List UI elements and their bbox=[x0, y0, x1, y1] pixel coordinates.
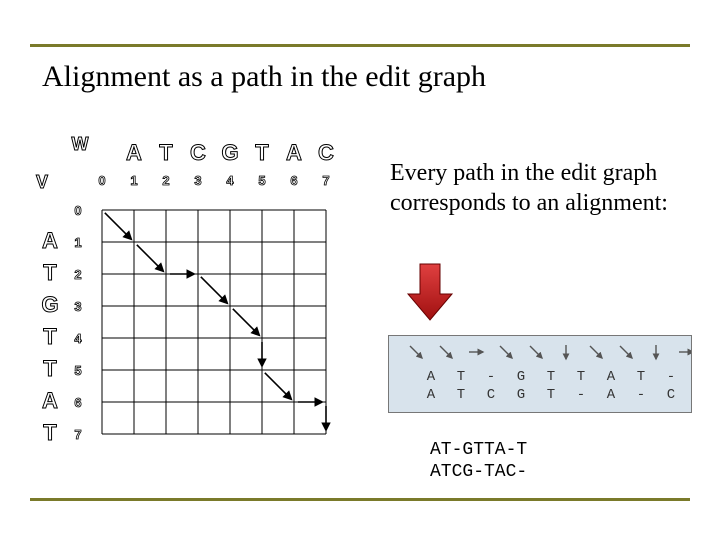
svg-text:V: V bbox=[36, 172, 48, 192]
svg-text:T: T bbox=[43, 260, 57, 285]
alignment-line-2: ATCG-TAC- bbox=[430, 462, 527, 482]
svg-text:A: A bbox=[286, 140, 302, 165]
svg-text:T: T bbox=[637, 369, 645, 385]
svg-text:6: 6 bbox=[290, 173, 297, 188]
svg-text:-: - bbox=[487, 369, 495, 385]
svg-text:T: T bbox=[255, 140, 269, 165]
explanation-text: Every path in the edit graph corresponds… bbox=[390, 158, 680, 218]
svg-text:C: C bbox=[667, 387, 675, 403]
svg-text:-: - bbox=[577, 387, 585, 403]
svg-text:T: T bbox=[457, 387, 465, 403]
svg-text:T: T bbox=[43, 356, 57, 381]
svg-text:C: C bbox=[318, 140, 334, 165]
alignment-line-1: AT-GTTA-T bbox=[430, 440, 527, 460]
svg-text:G: G bbox=[41, 292, 58, 317]
svg-text:5: 5 bbox=[74, 363, 81, 378]
svg-text:1: 1 bbox=[130, 173, 137, 188]
svg-text:T: T bbox=[43, 420, 57, 445]
svg-text:A: A bbox=[427, 387, 436, 403]
svg-text:A: A bbox=[427, 369, 436, 385]
edit-graph-svg: W V 0 A 1 T 2 C 3 G 4 T 5 A 6 C 7 0 A 1 T 2 G 3 T 4 T 5 A 6 T 7 bbox=[30, 130, 360, 490]
svg-text:A: A bbox=[607, 369, 616, 385]
svg-text:4: 4 bbox=[226, 173, 234, 188]
svg-text:T: T bbox=[159, 140, 173, 165]
svg-text:C: C bbox=[190, 140, 206, 165]
svg-text:T: T bbox=[457, 369, 465, 385]
svg-text:3: 3 bbox=[194, 173, 201, 188]
svg-text:6: 6 bbox=[74, 395, 81, 410]
top-rule bbox=[30, 44, 690, 47]
svg-text:3: 3 bbox=[74, 299, 81, 314]
svg-text:T: T bbox=[547, 369, 555, 385]
svg-text:0: 0 bbox=[74, 203, 81, 218]
svg-text:W: W bbox=[72, 134, 89, 154]
alignment-panel-svg: AT-GTTAT-ATCGT-A-C bbox=[389, 336, 691, 412]
svg-text:G: G bbox=[221, 140, 238, 165]
alignment-strings: AT-GTTA-T ATCG-TAC- bbox=[430, 440, 527, 483]
svg-text:A: A bbox=[126, 140, 142, 165]
slide-title: Alignment as a path in the edit graph bbox=[42, 60, 486, 94]
svg-text:T: T bbox=[577, 369, 585, 385]
svg-text:7: 7 bbox=[74, 427, 81, 442]
svg-text:T: T bbox=[43, 324, 57, 349]
svg-text:1: 1 bbox=[74, 235, 81, 250]
alignment-panel: AT-GTTAT-ATCGT-A-C bbox=[388, 335, 692, 413]
edit-graph: W V 0 A 1 T 2 C 3 G 4 T 5 A 6 C 7 0 A 1 T 2 G 3 T 4 T 5 A 6 T 7 bbox=[30, 130, 360, 490]
svg-text:A: A bbox=[607, 387, 616, 403]
down-arrow-icon bbox=[405, 262, 455, 327]
svg-text:4: 4 bbox=[74, 331, 82, 346]
svg-text:-: - bbox=[667, 369, 675, 385]
svg-text:-: - bbox=[637, 387, 645, 403]
svg-text:G: G bbox=[517, 369, 525, 385]
svg-text:2: 2 bbox=[74, 267, 81, 282]
bottom-rule bbox=[30, 498, 690, 501]
svg-text:7: 7 bbox=[322, 173, 329, 188]
svg-text:0: 0 bbox=[98, 173, 105, 188]
svg-text:T: T bbox=[547, 387, 555, 403]
svg-text:5: 5 bbox=[258, 173, 265, 188]
svg-text:2: 2 bbox=[162, 173, 169, 188]
svg-text:A: A bbox=[42, 388, 58, 413]
svg-text:A: A bbox=[42, 228, 58, 253]
svg-text:G: G bbox=[517, 387, 525, 403]
svg-text:C: C bbox=[487, 387, 495, 403]
